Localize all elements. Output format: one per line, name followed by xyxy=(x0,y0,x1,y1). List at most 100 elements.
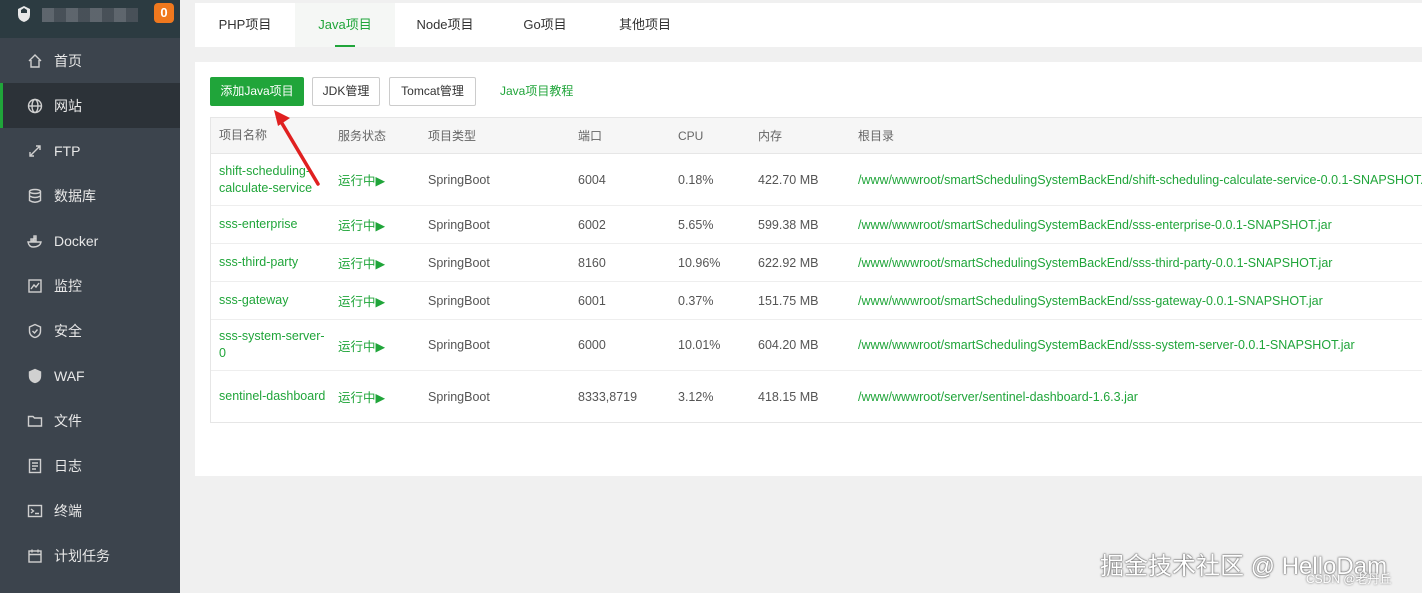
project-name-link[interactable]: sss-system-server-0 xyxy=(219,320,327,370)
sidebar-item-label: 日志 xyxy=(54,457,82,474)
project-name-link[interactable]: sentinel-dashboard xyxy=(219,371,327,422)
sidebar-item-security[interactable]: 安全 xyxy=(0,308,180,353)
project-memory: 604.20 MB xyxy=(758,338,819,352)
monitor-icon xyxy=(26,277,43,294)
status-toggle[interactable]: 运行中▶ xyxy=(338,206,385,243)
notification-badge[interactable]: 0 xyxy=(154,3,174,23)
sidebar-item-database[interactable]: 数据库 xyxy=(0,173,180,218)
terminal-icon xyxy=(26,502,43,519)
sidebar-item-files[interactable]: 文件 xyxy=(0,398,180,443)
java-tutorial-link[interactable]: Java项目教程 xyxy=(500,77,573,106)
tab-go[interactable]: Go项目 xyxy=(495,3,595,47)
header-port: 端口 xyxy=(578,129,603,143)
tab-java[interactable]: Java项目 xyxy=(295,3,395,47)
project-memory: 151.75 MB xyxy=(758,293,819,308)
table-row: sentinel-dashboard 运行中▶ SpringBoot 8333,… xyxy=(211,371,1422,422)
project-name-link[interactable]: sss-gateway xyxy=(219,282,327,319)
sidebar-item-website[interactable]: 网站 xyxy=(0,83,180,128)
sidebar-item-label: 安全 xyxy=(54,322,82,339)
folder-icon xyxy=(26,412,43,429)
project-cpu: 0.37% xyxy=(678,293,714,308)
home-icon xyxy=(26,52,43,69)
jdk-manage-button[interactable]: JDK管理 xyxy=(312,77,380,106)
status-toggle[interactable]: 运行中▶ xyxy=(338,282,385,319)
header-status[interactable]: 服务状态 xyxy=(338,118,386,153)
status-toggle[interactable]: 运行中▶ xyxy=(338,371,385,422)
logo-icon xyxy=(18,6,30,22)
project-port: 6000 xyxy=(578,338,606,352)
tab-other[interactable]: 其他项目 xyxy=(595,3,695,47)
project-cpu: 10.01% xyxy=(678,338,721,352)
add-java-project-button[interactable]: 添加Java项目 xyxy=(210,77,304,106)
sidebar-item-ftp[interactable]: FTP xyxy=(0,128,180,173)
log-icon xyxy=(26,457,43,474)
sidebar-item-logs[interactable]: 日志 xyxy=(0,443,180,488)
project-type: SpringBoot xyxy=(428,338,490,352)
project-name-link[interactable]: sss-enterprise xyxy=(219,206,327,243)
tomcat-manage-button[interactable]: Tomcat管理 xyxy=(389,77,476,106)
sidebar-item-label: FTP xyxy=(54,142,81,159)
sidebar-item-label: WAF xyxy=(54,367,85,384)
header-name: 项目名称 xyxy=(219,128,268,142)
project-cpu: 0.18% xyxy=(678,172,714,187)
table-row: sss-system-server-0 运行中▶ SpringBoot 6000… xyxy=(211,320,1422,371)
tab-php[interactable]: PHP项目 xyxy=(195,3,295,47)
sidebar-item-label: 首页 xyxy=(54,52,82,69)
sidebar-item-home[interactable]: 首页 xyxy=(0,38,180,83)
status-toggle[interactable]: 运行中▶ xyxy=(338,154,385,205)
project-name-link[interactable]: sss-third-party xyxy=(219,244,327,281)
project-cpu: 10.96% xyxy=(678,255,721,270)
sidebar: 0 首页 网站 FTP 数据库 Docker 监控 安全 WAF 文件 日志 终… xyxy=(0,0,180,593)
project-port: 6001 xyxy=(578,293,606,308)
table-row: shift-scheduling-calculate-service 运行中▶ … xyxy=(211,154,1422,206)
table-row: sss-enterprise 运行中▶ SpringBoot 6002 5.65… xyxy=(211,206,1422,244)
project-path-link[interactable]: /www/wwwroot/smartSchedulingSystemBackEn… xyxy=(858,320,1355,370)
header-cpu: CPU xyxy=(678,128,704,143)
project-memory: 622.92 MB xyxy=(758,255,819,270)
sidebar-item-waf[interactable]: WAF xyxy=(0,353,180,398)
sidebar-item-terminal[interactable]: 终端 xyxy=(0,488,180,533)
status-toggle[interactable]: 运行中▶ xyxy=(338,320,385,370)
project-path-link[interactable]: /www/wwwroot/smartSchedulingSystemBackEn… xyxy=(858,244,1332,281)
project-port: 8333,8719 xyxy=(578,389,638,404)
project-port: 8160 xyxy=(578,255,606,270)
globe-icon xyxy=(26,97,43,114)
sidebar-item-label: 数据库 xyxy=(54,187,96,204)
sidebar-item-label: 计划任务 xyxy=(54,547,110,564)
project-type: SpringBoot xyxy=(428,217,490,232)
sidebar-item-label: 网站 xyxy=(54,97,82,114)
header-type: 项目类型 xyxy=(428,129,477,143)
table-header: 项目名称 服务状态 项目类型 端口 CPU 内存 根目录 xyxy=(211,118,1422,154)
tab-node[interactable]: Node项目 xyxy=(395,3,495,47)
project-port: 6002 xyxy=(578,217,606,232)
project-table: 项目名称 服务状态 项目类型 端口 CPU 内存 根目录 shift-sched… xyxy=(210,117,1422,423)
table-row: sss-third-party 运行中▶ SpringBoot 8160 10.… xyxy=(211,244,1422,282)
sidebar-item-label: 监控 xyxy=(54,277,82,294)
sidebar-item-docker[interactable]: Docker xyxy=(0,218,180,263)
project-path-link[interactable]: /www/wwwroot/smartSchedulingSystemBackEn… xyxy=(858,206,1332,243)
shield-icon xyxy=(26,322,43,339)
project-path-link[interactable]: /www/wwwroot/smartSchedulingSystemBackEn… xyxy=(858,154,1422,205)
project-path-link[interactable]: /www/wwwroot/smartSchedulingSystemBackEn… xyxy=(858,282,1323,319)
project-type: SpringBoot xyxy=(428,172,490,187)
project-memory: 599.38 MB xyxy=(758,217,819,232)
project-type-tabs: PHP项目 Java项目 Node项目 Go项目 其他项目 xyxy=(195,3,1422,47)
watermark-sub: CSDN @老丹丘 xyxy=(1306,572,1392,586)
project-path-link[interactable]: /www/wwwroot/server/sentinel-dashboard-1… xyxy=(858,371,1138,422)
project-memory: 418.15 MB xyxy=(758,389,819,404)
header-root-dir: 根目录 xyxy=(858,129,895,143)
sidebar-header: 0 xyxy=(0,0,180,38)
table-row: sss-gateway 运行中▶ SpringBoot 6001 0.37% 1… xyxy=(211,282,1422,320)
project-type: SpringBoot xyxy=(428,389,490,404)
username-blurred xyxy=(42,8,138,22)
sidebar-item-monitor[interactable]: 监控 xyxy=(0,263,180,308)
ftp-icon xyxy=(26,142,43,159)
project-name-link[interactable]: shift-scheduling-calculate-service xyxy=(219,154,327,205)
sidebar-item-cron[interactable]: 计划任务 xyxy=(0,533,180,578)
waf-shield-icon xyxy=(26,367,43,384)
project-port: 6004 xyxy=(578,172,606,187)
status-toggle[interactable]: 运行中▶ xyxy=(338,244,385,281)
project-type: SpringBoot xyxy=(428,293,490,308)
java-project-panel: 添加Java项目 JDK管理 Tomcat管理 Java项目教程 项目名称 服务… xyxy=(195,62,1422,476)
sidebar-item-label: 文件 xyxy=(54,412,82,429)
